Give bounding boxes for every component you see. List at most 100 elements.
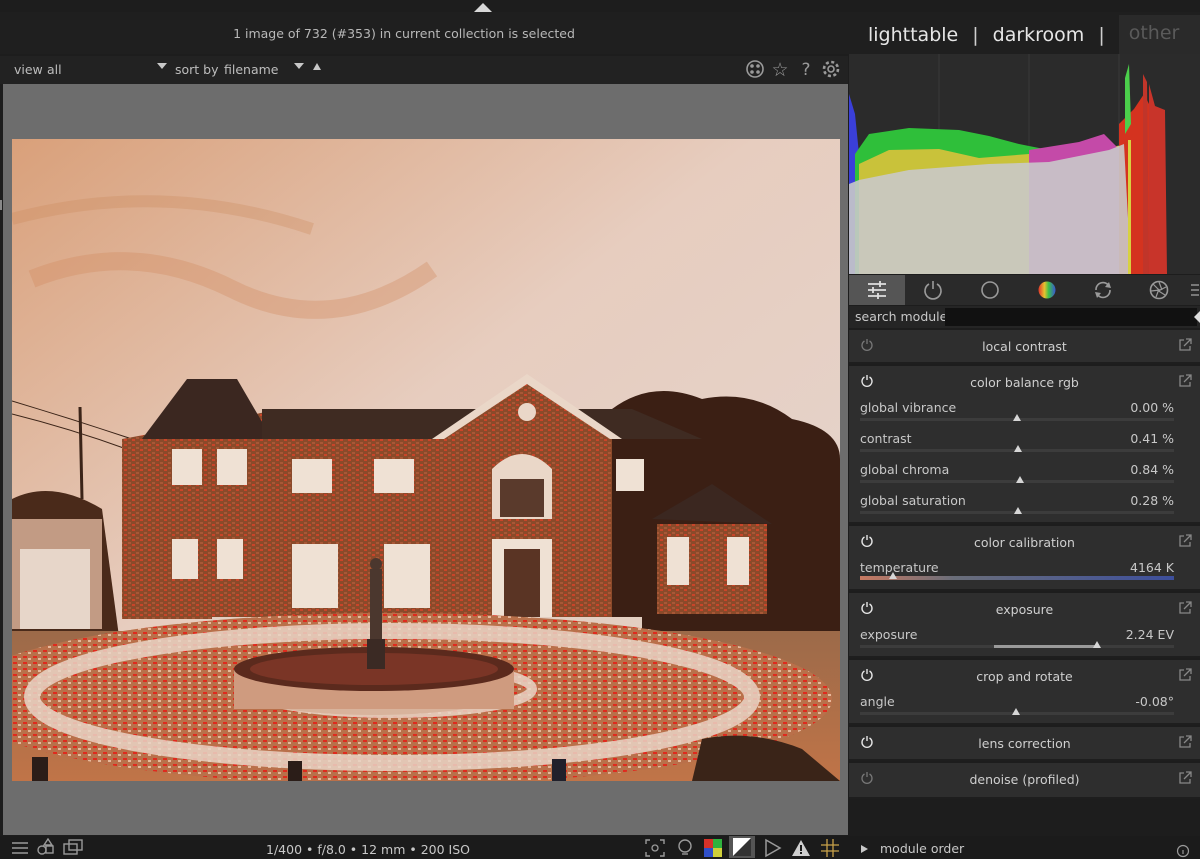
view-other-dropdown[interactable]: other ▼ — [1118, 15, 1200, 55]
rgb-squares-icon[interactable] — [703, 838, 723, 858]
rotate-icon[interactable] — [1075, 275, 1131, 305]
module-title: lens correction — [978, 736, 1071, 751]
module-exposure[interactable]: exposure exposure 2.24 EV — [849, 593, 1200, 658]
aperture-icon[interactable] — [1131, 275, 1187, 305]
sort-direction-icon[interactable] — [313, 63, 321, 70]
power-icon[interactable] — [860, 735, 874, 749]
slider-marker[interactable] — [889, 572, 897, 579]
slider-value[interactable]: 0.00 % — [1130, 400, 1174, 415]
slider-value[interactable]: 0.84 % — [1130, 462, 1174, 477]
module-title: crop and rotate — [976, 669, 1073, 684]
power-icon[interactable] — [860, 374, 874, 388]
image-center-view[interactable] — [3, 84, 848, 835]
bottom-bar: 1/400 • f/8.0 • 12 mm • 200 ISO module o… — [0, 836, 1200, 859]
slider-exposure[interactable]: exposure 2.24 EV — [849, 623, 1200, 654]
shapes-icon[interactable] — [36, 838, 56, 858]
slider-marker[interactable] — [1014, 507, 1022, 514]
module-color-calibration[interactable]: color calibration temperature 4164 K — [849, 526, 1200, 591]
slider-marker[interactable] — [1012, 708, 1020, 715]
power-icon[interactable] — [860, 338, 874, 352]
module-lens-correction[interactable]: lens correction — [849, 727, 1200, 761]
power-icon[interactable] — [860, 601, 874, 615]
gear-icon[interactable] — [820, 59, 842, 81]
module-color-balance-rgb[interactable]: color balance rgb global vibrance 0.00 %… — [849, 366, 1200, 524]
view-filter-dropdown[interactable]: all — [47, 62, 62, 77]
window-icon[interactable] — [62, 838, 84, 858]
histogram[interactable] — [849, 54, 1200, 274]
external-link-icon[interactable] — [1178, 374, 1192, 388]
collection-info: 1 image of 732 (#353) in current collect… — [233, 26, 575, 41]
softproof-icon[interactable] — [763, 838, 783, 858]
sort-label: sort by — [175, 62, 219, 77]
search-module-row: search module — [849, 306, 1200, 328]
power-icon[interactable] — [860, 771, 874, 785]
focus-icon[interactable] — [644, 838, 666, 858]
chevron-down-icon[interactable] — [294, 63, 304, 69]
power-icon[interactable] — [905, 275, 961, 305]
view-lighttable[interactable]: lighttable — [868, 24, 958, 46]
focus-peaking-icon[interactable] — [744, 59, 766, 81]
info-icon[interactable] — [1176, 841, 1190, 859]
external-link-icon[interactable] — [1178, 601, 1192, 615]
search-module-input[interactable] — [945, 308, 1197, 326]
external-link-icon[interactable] — [1178, 668, 1192, 682]
module-list: local contrast color balance rgb global … — [849, 330, 1200, 800]
warning-icon[interactable] — [790, 838, 812, 858]
module-order-label[interactable]: module order — [880, 841, 964, 856]
search-module-label: search module — [855, 309, 948, 324]
slider-value[interactable]: -0.08° — [1135, 694, 1174, 709]
slider-marker[interactable] — [1016, 476, 1024, 483]
module-crop-and-rotate[interactable]: crop and rotate angle -0.08° — [849, 660, 1200, 725]
temperature-gradient-track[interactable] — [860, 576, 1174, 580]
top-header: 1 image of 732 (#353) in current collect… — [0, 12, 1200, 55]
view-darkroom[interactable]: darkroom — [993, 24, 1085, 46]
bulb-icon[interactable] — [675, 838, 695, 858]
slider-marker[interactable] — [1014, 445, 1022, 452]
slider-temperature[interactable]: temperature 4164 K — [849, 556, 1200, 587]
chevron-down-icon[interactable] — [157, 63, 167, 69]
slider-global-chroma[interactable]: global chroma 0.84 % — [849, 458, 1200, 489]
external-link-icon[interactable] — [1178, 771, 1192, 785]
slider-angle[interactable]: angle -0.08° — [849, 690, 1200, 721]
external-link-icon[interactable] — [1178, 534, 1192, 548]
slider-contrast[interactable]: contrast 0.41 % — [849, 427, 1200, 458]
edited-photo[interactable] — [12, 139, 840, 781]
slider-label: global vibrance — [860, 400, 957, 415]
slider-global-vibrance[interactable]: global vibrance 0.00 % — [849, 396, 1200, 427]
grid-icon[interactable] — [820, 838, 840, 858]
power-icon[interactable] — [860, 668, 874, 682]
slider-value[interactable]: 2.24 EV — [1126, 627, 1174, 642]
collapse-top-arrow[interactable] — [474, 3, 492, 12]
help-icon[interactable]: ? — [795, 59, 817, 81]
external-link-icon[interactable] — [1178, 735, 1192, 749]
slider-label: angle — [860, 694, 895, 709]
slider-value[interactable]: 0.28 % — [1130, 493, 1174, 508]
slider-label: global saturation — [860, 493, 966, 508]
slider-value[interactable]: 4164 K — [1130, 560, 1174, 575]
star-icon[interactable]: ☆ — [769, 59, 791, 81]
slider-marker[interactable] — [1013, 414, 1021, 421]
module-denoise-profiled[interactable]: denoise (profiled) — [849, 763, 1200, 799]
module-title: exposure — [995, 602, 1054, 617]
external-link-icon[interactable] — [1178, 338, 1192, 352]
module-group-tabs — [849, 275, 1200, 305]
circle-icon[interactable] — [962, 275, 1018, 305]
left-panel-edge[interactable] — [0, 200, 2, 210]
power-icon[interactable] — [860, 534, 874, 548]
slider-global-saturation[interactable]: global saturation 0.28 % — [849, 489, 1200, 520]
exif-info: 1/400 • f/8.0 • 12 mm • 200 ISO — [266, 842, 470, 857]
gamut-icon[interactable] — [729, 836, 755, 858]
sliders-icon[interactable] — [849, 275, 905, 305]
chevron-left-icon[interactable] — [1194, 311, 1200, 323]
slider-marker[interactable] — [1093, 641, 1101, 648]
module-title: denoise (profiled) — [969, 772, 1080, 787]
filmstrip-icon[interactable] — [10, 838, 30, 858]
expand-arrow-icon[interactable] — [861, 845, 868, 853]
menu-icon[interactable] — [1187, 275, 1200, 305]
module-local-contrast[interactable]: local contrast — [849, 330, 1200, 364]
slider-value[interactable]: 0.41 % — [1130, 431, 1174, 446]
view-filter-label: view — [14, 62, 43, 77]
module-title: color balance rgb — [970, 375, 1079, 390]
color-wheel-icon[interactable] — [1019, 275, 1075, 305]
sort-dropdown[interactable]: filename — [224, 62, 279, 77]
